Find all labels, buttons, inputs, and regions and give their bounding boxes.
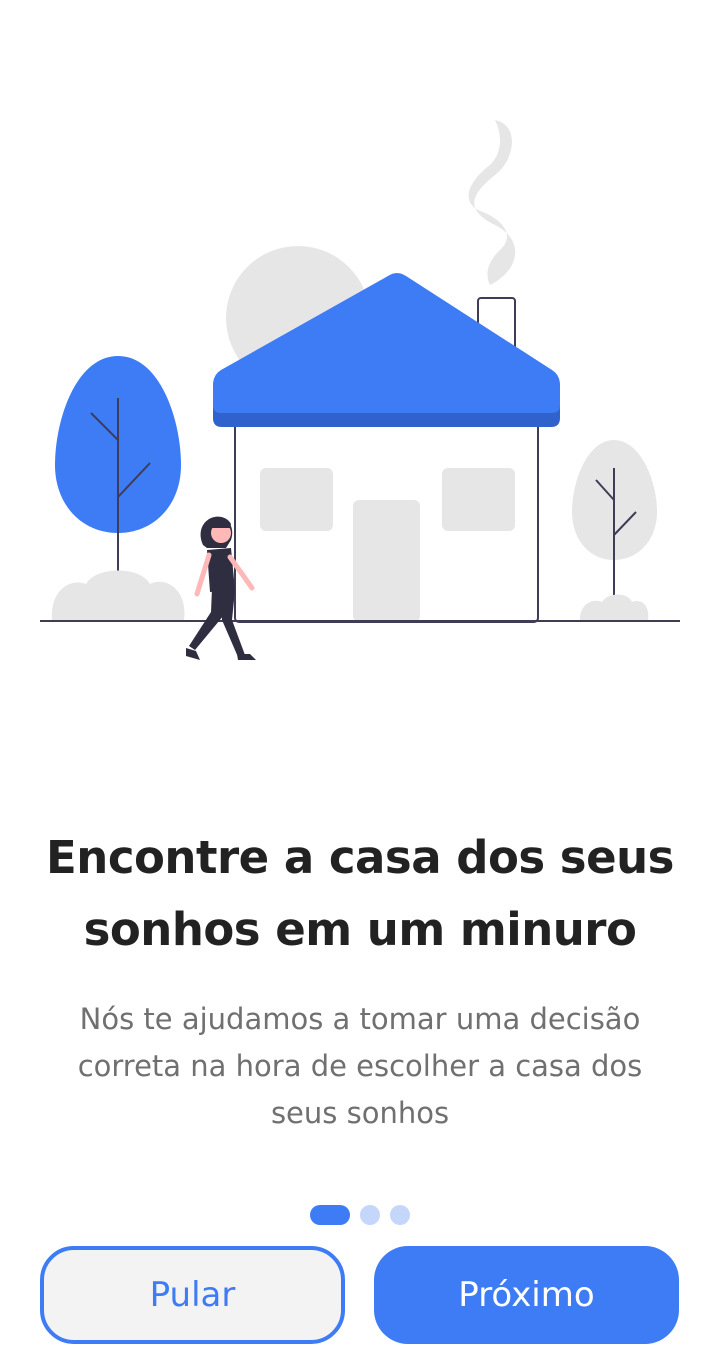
onboarding-title: Encontre a casa dos seus sonhos em um mi… bbox=[0, 822, 720, 966]
door bbox=[353, 500, 420, 622]
tree-icon bbox=[572, 440, 657, 600]
tree-icon bbox=[55, 356, 181, 600]
bush-icon bbox=[51, 570, 185, 620]
description-line: seus sonhos bbox=[270, 1096, 450, 1130]
description-line: Nós te ajudamos a tomar uma decisão bbox=[79, 1002, 641, 1036]
next-button-label: Próximo bbox=[458, 1275, 595, 1315]
page-dot[interactable] bbox=[360, 1205, 380, 1225]
skip-button-label: Pular bbox=[149, 1275, 236, 1315]
description-line: correta na hora de escolher a casa dos bbox=[77, 1049, 643, 1083]
bush-icon bbox=[580, 594, 649, 620]
onboarding-description: Nós te ajudamos a tomar uma decisão corr… bbox=[30, 996, 690, 1137]
house-illustration bbox=[40, 120, 680, 660]
skip-button[interactable]: Pular bbox=[40, 1246, 345, 1344]
title-line: sonhos em um minuro bbox=[83, 903, 637, 956]
page-dot[interactable] bbox=[390, 1205, 410, 1225]
chimney-smoke-icon bbox=[468, 120, 516, 285]
next-button[interactable]: Próximo bbox=[374, 1246, 679, 1344]
page-indicator bbox=[0, 1205, 720, 1225]
title-line: Encontre a casa dos seus bbox=[46, 831, 674, 884]
window-right bbox=[442, 468, 515, 531]
page-dot-active[interactable] bbox=[310, 1205, 350, 1225]
window-left bbox=[260, 468, 333, 531]
